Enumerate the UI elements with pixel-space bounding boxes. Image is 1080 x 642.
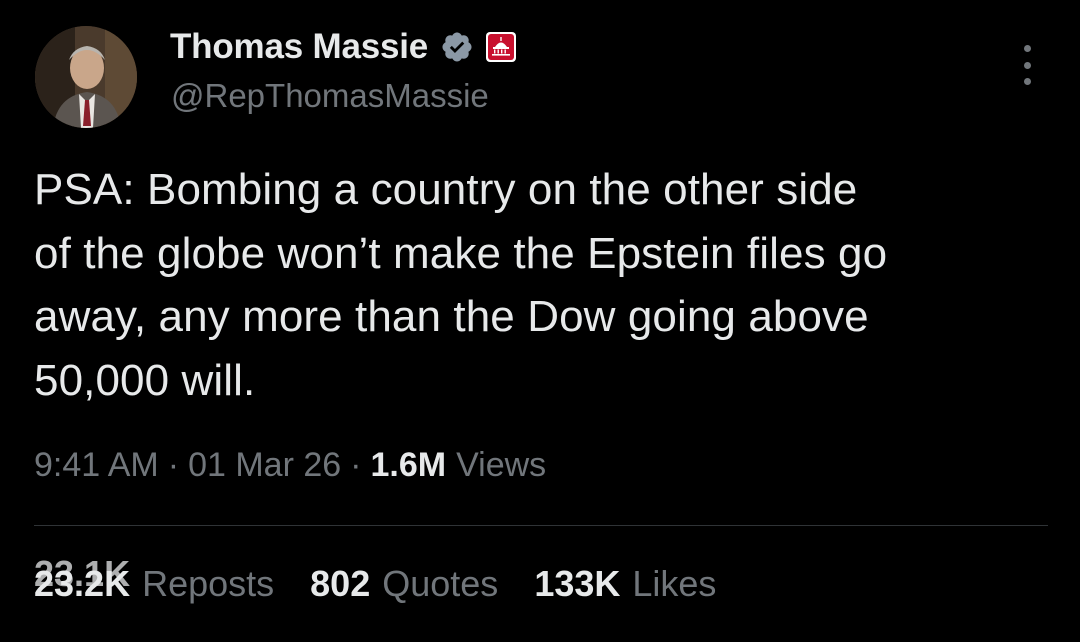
tweet-text-line: of the globe won’t make the Epstein file… (34, 228, 888, 278)
display-name[interactable]: Thomas Massie (170, 27, 428, 67)
tweet-time[interactable]: 9:41 AM (34, 446, 159, 485)
tweet-text-line: 50,000 will. (34, 355, 256, 405)
more-dot-icon (1023, 45, 1031, 52)
views-label: Views (456, 446, 547, 484)
more-options-button[interactable] (1012, 45, 1042, 85)
reposts-label: Reposts (142, 563, 275, 604)
separator: · (167, 446, 180, 484)
quotes-count: 802 (310, 563, 371, 604)
separator: · (350, 446, 362, 484)
reposts-count-previous: 23.1K (34, 553, 131, 594)
author-name-row: Thomas Massie (170, 25, 517, 69)
tweet-text-line: PSA: Bombing a country on the other side (34, 165, 858, 214)
tweet-text-line: away, any more than the Dow going above (34, 292, 869, 341)
more-dot-icon (1023, 61, 1031, 69)
views-count: 1.6M (370, 446, 447, 484)
likes-stat[interactable]: 133K Likes (534, 563, 716, 605)
quotes-label: Quotes (382, 563, 499, 604)
author-handle[interactable]: @RepThomasMassie (171, 77, 489, 115)
verified-badge-icon[interactable] (440, 30, 474, 64)
tweet-detail: Thomas Massie @RepThomasMassie PSA: Bomb… (0, 0, 1080, 642)
tweet-date[interactable]: 01 Mar 26 (188, 446, 341, 485)
likes-label: Likes (632, 563, 717, 604)
tweet-metadata: 9:41 AM · 01 Mar 26 · 1.6M Views (34, 446, 546, 485)
engagement-stats: 23.1K 23.2K Reposts 802 Quotes 133K Like… (34, 553, 752, 605)
divider (34, 525, 1048, 526)
reposts-count: 23.1K 23.2K (34, 553, 130, 605)
likes-count: 133K (534, 563, 621, 604)
profile-photo-icon (35, 26, 137, 128)
avatar[interactable] (35, 26, 137, 128)
capitol-building-icon[interactable] (486, 32, 517, 62)
quotes-stat[interactable]: 802 Quotes (310, 563, 498, 605)
more-dot-icon (1023, 78, 1031, 85)
tweet-text: PSA: Bombing a country on the other side… (34, 158, 1054, 412)
reposts-stat[interactable]: 23.1K 23.2K Reposts (34, 553, 275, 605)
